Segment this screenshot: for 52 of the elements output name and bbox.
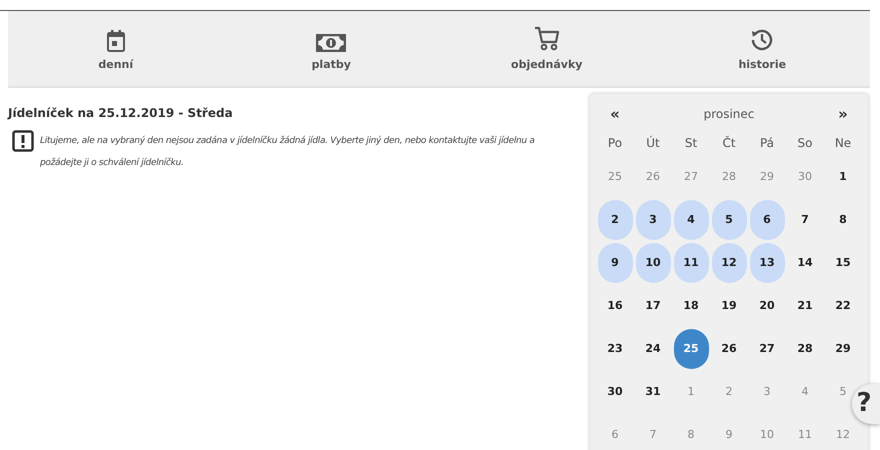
weekday-label: So [798, 135, 812, 152]
calendar-day[interactable]: 5 [712, 200, 746, 240]
weekday-label: Pá [760, 135, 774, 152]
calendar-day[interactable]: 16 [607, 299, 623, 313]
calendar-day[interactable]: 8 [839, 213, 847, 227]
warning-icon [12, 130, 34, 152]
menu-title: Jídelníček na 25.12.2019 - Středa [8, 105, 234, 122]
empty-menu-message: Litujeme, ale na vybraný den nejsou zadána v jídelníčku žádná jídla. Vyberte jiný den, nebo kontaktujte vaši jídelnu a požádejte ji o schválení jídelníčku. [40, 134, 536, 170]
calendar-day[interactable]: 12 [712, 243, 746, 283]
calendar-day[interactable]: 26 [721, 342, 737, 356]
calendar-day[interactable]: 10 [636, 243, 670, 283]
calendar-day[interactable]: 1 [839, 170, 847, 184]
calendar-day[interactable]: 7 [801, 213, 809, 227]
calendar-day[interactable]: 21 [797, 299, 813, 313]
calendar-day[interactable]: 25 [674, 329, 708, 369]
calendar-day[interactable]: 24 [645, 342, 661, 356]
calendar-day[interactable]: 31 [645, 385, 661, 399]
weekday-label: Út [646, 134, 660, 152]
calendar-day[interactable]: 30 [607, 385, 623, 399]
banknote-icon [316, 34, 346, 52]
calendar-icon [106, 30, 125, 52]
month-label: prosinec [704, 106, 754, 123]
calendar-day[interactable]: 3 [636, 200, 670, 240]
calendar-day[interactable]: 23 [607, 342, 623, 356]
calendar-day[interactable]: 4 [674, 200, 708, 240]
calendar-day[interactable]: 18 [683, 299, 699, 313]
next-month-button[interactable]: » [838, 102, 848, 126]
weekday-label: St [684, 135, 698, 152]
history-icon [750, 28, 774, 52]
calendar-day[interactable]: 9 [598, 243, 632, 283]
calendar-day[interactable]: 14 [797, 256, 813, 270]
calendar-day[interactable]: 2 [598, 200, 632, 240]
nav-tab[interactable]: platby [224, 11, 439, 86]
calendar-day[interactable]: 6 [750, 200, 784, 240]
calendar-day[interactable]: 29 [835, 342, 851, 356]
nav-tab[interactable]: historie [654, 11, 870, 86]
cart-icon [534, 26, 560, 52]
calendar-day[interactable]: 13 [750, 243, 784, 283]
calendar-day[interactable]: 11 [674, 243, 708, 283]
calendar-day[interactable]: 27 [759, 342, 775, 356]
calendar-day[interactable]: 22 [835, 299, 851, 313]
calendar-day[interactable]: 19 [721, 299, 737, 313]
weekday-label: Čt [722, 134, 736, 152]
nav-tab[interactable]: denní [8, 11, 224, 86]
previous-month-button[interactable]: « [610, 102, 620, 126]
nav-tab[interactable]: objednávky [439, 11, 654, 86]
calendar-day[interactable]: 20 [759, 299, 775, 313]
calendar-day[interactable]: 15 [835, 256, 851, 270]
calendar-day[interactable]: 28 [797, 342, 813, 356]
weekday-label: Ne [834, 135, 852, 152]
calendar-day[interactable]: 17 [645, 299, 661, 313]
weekday-label: Po [608, 135, 622, 152]
